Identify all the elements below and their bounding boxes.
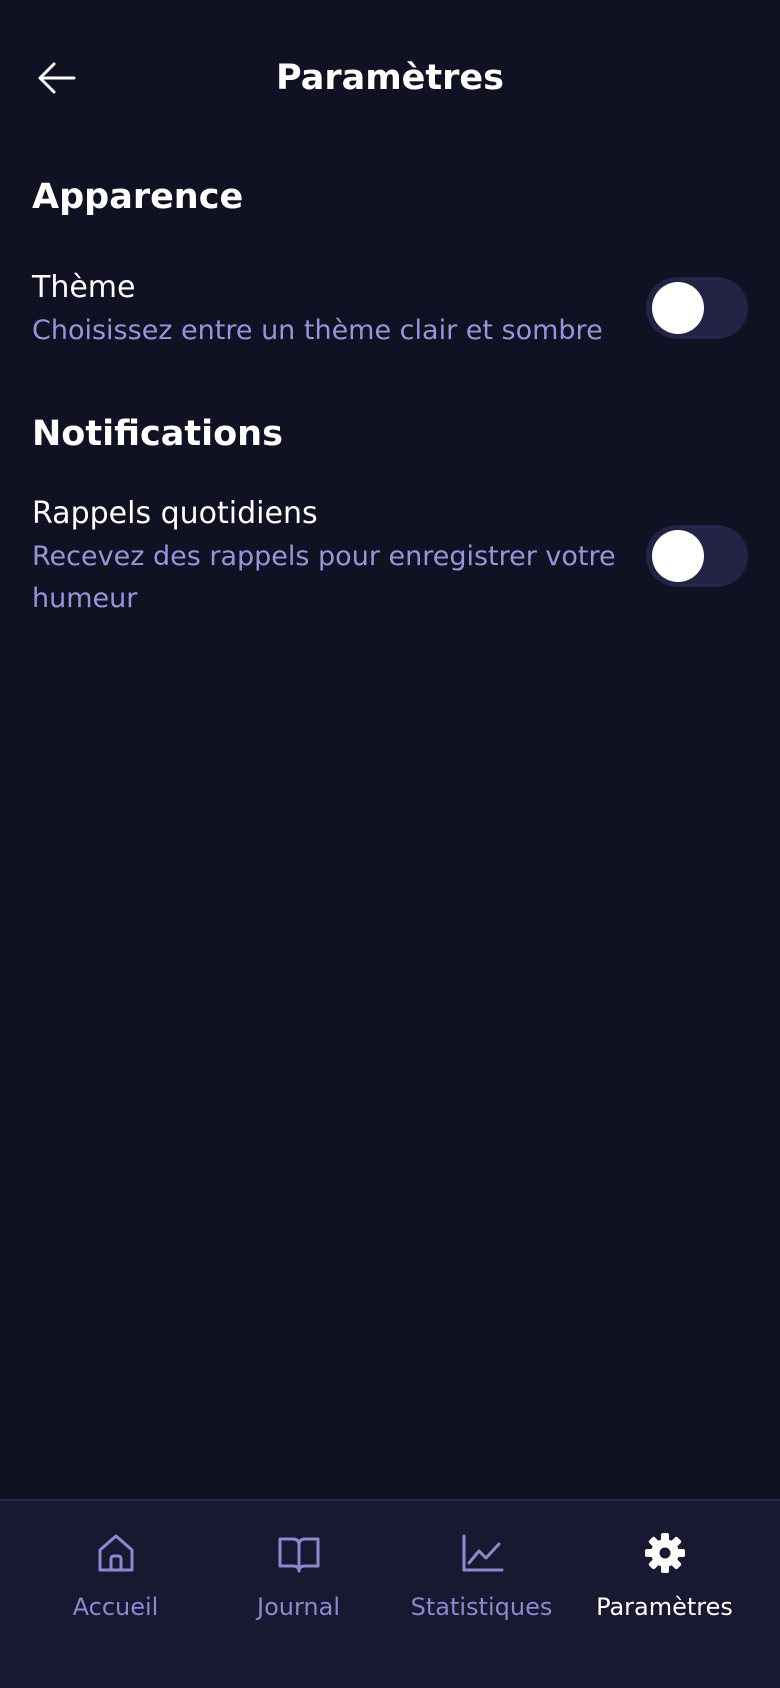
nav-item-parametres[interactable]: Paramètres (567, 1501, 762, 1688)
section-title-notifications: Notifications (32, 414, 283, 454)
toggle-knob (652, 530, 704, 582)
book-icon (275, 1529, 323, 1577)
setting-row-daily-reminders: Rappels quotidiens Recevez des rappels p… (32, 494, 750, 620)
toggle-knob (652, 282, 704, 334)
gear-icon (641, 1529, 689, 1577)
nav-label-statistiques: Statistiques (410, 1593, 553, 1621)
setting-label-daily-reminders: Rappels quotidiens (32, 496, 318, 531)
page-title: Paramètres (276, 58, 504, 98)
section-title-appearance: Apparence (32, 177, 244, 217)
daily-reminders-toggle[interactable] (646, 525, 748, 587)
nav-item-statistiques[interactable]: Statistiques (384, 1501, 579, 1688)
nav-item-journal[interactable]: Journal (201, 1501, 396, 1688)
nav-label-accueil: Accueil (72, 1593, 159, 1621)
chart-icon (458, 1529, 506, 1577)
setting-description-theme: Choisissez entre un thème clair et sombr… (32, 315, 603, 346)
bottom-navigation: Accueil Journal Statistiques Paramètres (0, 1499, 780, 1688)
setting-label-theme: Thème (32, 270, 136, 305)
nav-label-journal: Journal (256, 1593, 340, 1621)
setting-row-theme: Thème Choisissez entre un thème clair et… (32, 268, 750, 352)
setting-description-daily-reminders: Recevez des rappels pour enregistrer vot… (32, 541, 616, 614)
home-icon (92, 1529, 140, 1577)
nav-item-accueil[interactable]: Accueil (18, 1501, 213, 1688)
header-bar: Paramètres (0, 0, 780, 160)
nav-label-parametres: Paramètres (596, 1593, 733, 1621)
theme-toggle[interactable] (646, 277, 748, 339)
